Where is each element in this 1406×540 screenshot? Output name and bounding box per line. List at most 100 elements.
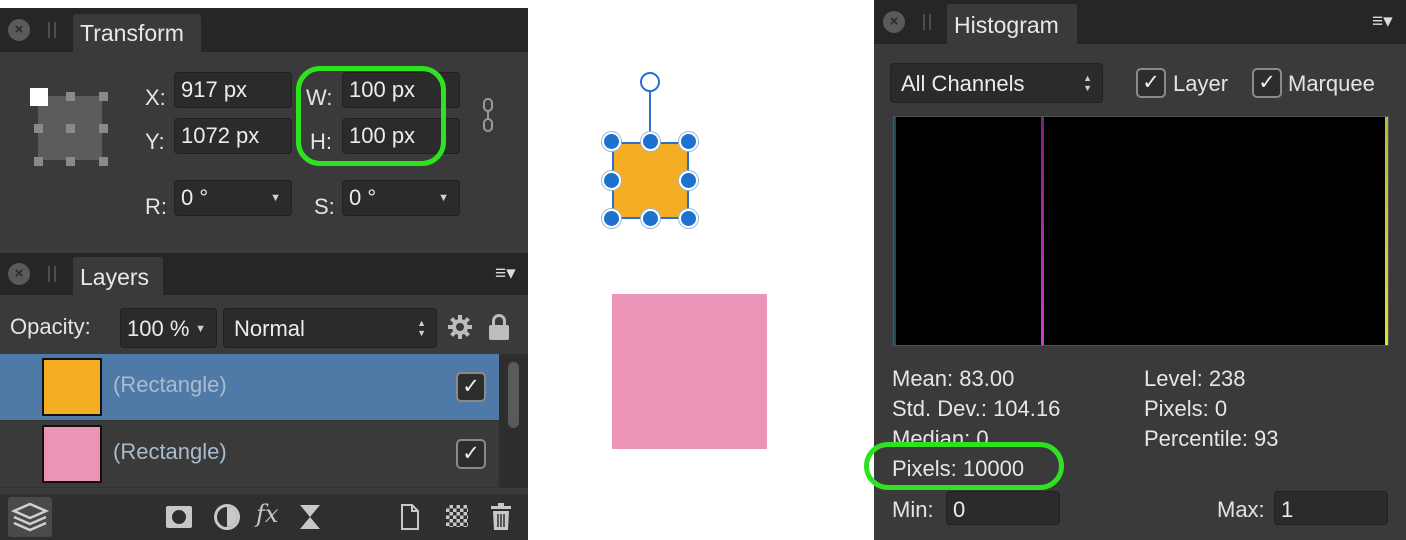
layers-tabbar: × Layers ≡▾ — [0, 253, 528, 295]
close-icon[interactable]: × — [8, 19, 30, 41]
selection-handle[interactable] — [679, 171, 698, 190]
level-stat: Level: 238 — [1144, 366, 1246, 391]
gear-icon[interactable] — [448, 315, 472, 339]
chevron-down-icon: ▼ — [270, 192, 281, 204]
histogram-spike-yellow — [1385, 117, 1388, 345]
layers-stack-icon[interactable] — [8, 497, 52, 537]
tab-layers[interactable]: Layers — [73, 257, 163, 295]
mean-stat: Mean: 83.00 — [892, 366, 1015, 391]
anchor-point[interactable] — [66, 157, 75, 166]
shear-value: 0 ° — [349, 185, 377, 210]
blend-mode-select[interactable]: Normal ▲ ▼ — [223, 308, 437, 348]
rotation-handle[interactable] — [640, 72, 660, 92]
pink-rectangle[interactable] — [612, 294, 767, 449]
rotation-dropdown[interactable]: 0 ° ▼ — [174, 180, 292, 216]
highlight-annotation — [296, 66, 446, 166]
anchor-grid[interactable] — [30, 88, 110, 168]
anchor-point[interactable] — [99, 92, 108, 101]
updown-icon: ▲ ▼ — [417, 318, 426, 338]
blend-mode-value: Normal — [234, 316, 305, 341]
tab-transform[interactable]: Transform — [73, 14, 201, 52]
max-label: Max: — [1217, 497, 1265, 522]
anchor-point[interactable] — [66, 92, 75, 101]
selection-handle[interactable] — [641, 209, 660, 228]
highlight-annotation — [864, 442, 1064, 490]
layer-checkbox[interactable]: ✓ — [1136, 68, 1166, 98]
grip-icon[interactable] — [48, 22, 56, 38]
min-field[interactable]: 0 — [946, 491, 1060, 525]
selection-handle[interactable] — [602, 132, 621, 151]
y-field[interactable]: 1072 px — [174, 118, 292, 154]
close-icon[interactable]: × — [8, 263, 30, 285]
selection-handle[interactable] — [679, 209, 698, 228]
marquee-checkbox-label: Marquee — [1288, 71, 1375, 96]
anchor-point[interactable] — [34, 124, 43, 133]
opacity-dropdown[interactable]: 100 % ▼ — [120, 308, 217, 348]
hourglass-icon[interactable] — [299, 504, 321, 530]
grip-icon[interactable] — [923, 14, 931, 30]
layer-thumbnail — [42, 358, 102, 416]
x-label: X: — [145, 85, 166, 110]
menu-icon[interactable]: ≡▾ — [495, 262, 516, 285]
x-field[interactable]: 917 px — [174, 72, 292, 108]
anchor-point-selected[interactable] — [30, 88, 48, 106]
selected-rectangle[interactable] — [612, 142, 689, 219]
histogram-graph[interactable] — [893, 116, 1389, 346]
pixels-level-stat: Pixels: 0 — [1144, 396, 1228, 421]
percentile-stat: Percentile: 93 — [1144, 426, 1279, 451]
mask-icon[interactable] — [166, 506, 192, 528]
fx-icon[interactable]: fx — [256, 500, 278, 528]
selection-handle[interactable] — [641, 132, 660, 151]
std-dev-stat: Std. Dev.: 104.16 — [892, 396, 1061, 421]
close-icon[interactable]: × — [883, 11, 905, 33]
lock-icon[interactable] — [489, 314, 509, 340]
opacity-label: Opacity: — [10, 314, 91, 339]
r-label: R: — [145, 194, 167, 219]
channel-select[interactable]: All Channels ▲ ▼ — [890, 63, 1103, 103]
updown-icon: ▲ ▼ — [1083, 73, 1092, 93]
anchor-point[interactable] — [34, 157, 43, 166]
shear-dropdown[interactable]: 0 ° ▼ — [342, 180, 460, 216]
scrollbar-track[interactable] — [499, 354, 528, 488]
chevron-down-icon: ▼ — [195, 323, 206, 335]
layer-thumbnail — [42, 425, 102, 483]
visibility-checkbox[interactable]: ✓ — [456, 372, 486, 402]
y-label: Y: — [145, 129, 165, 154]
min-label: Min: — [892, 497, 934, 522]
trash-icon[interactable] — [490, 503, 512, 531]
layer-row-selected[interactable]: (Rectangle) ✓ — [0, 354, 499, 420]
menu-icon[interactable]: ≡▾ — [1372, 10, 1393, 33]
s-label: S: — [314, 194, 335, 219]
histogram-tabbar: × Histogram ≡▾ — [874, 0, 1406, 44]
anchor-point[interactable] — [99, 124, 108, 133]
layers-list: (Rectangle) ✓ (Rectangle) ✓ — [0, 354, 528, 488]
anchor-point[interactable] — [66, 124, 75, 133]
adjustment-icon[interactable] — [214, 504, 240, 530]
link-icon[interactable] — [482, 98, 494, 132]
canvas[interactable] — [528, 0, 874, 540]
visibility-checkbox[interactable]: ✓ — [456, 439, 486, 469]
chevron-down-icon: ▼ — [438, 192, 449, 204]
selection-handle[interactable] — [679, 132, 698, 151]
anchor-point[interactable] — [99, 157, 108, 166]
layer-name: (Rectangle) — [113, 439, 227, 464]
selection-handle[interactable] — [602, 209, 621, 228]
layer-checkbox-label: Layer — [1173, 71, 1229, 96]
max-field[interactable]: 1 — [1274, 491, 1388, 525]
channel-value: All Channels — [901, 71, 1025, 96]
grip-icon[interactable] — [48, 266, 56, 282]
rotation-value: 0 ° — [181, 185, 209, 210]
tab-histogram[interactable]: Histogram — [947, 4, 1077, 44]
checker-icon[interactable] — [446, 505, 468, 527]
histogram-spike-cyan — [894, 117, 896, 345]
scrollbar-thumb[interactable] — [508, 362, 519, 428]
new-document-icon[interactable] — [400, 504, 420, 530]
transform-tabbar: × Transform — [0, 8, 528, 52]
marquee-checkbox[interactable]: ✓ — [1252, 68, 1282, 98]
layer-name: (Rectangle) — [113, 372, 227, 397]
histogram-spike-magenta — [1041, 117, 1044, 345]
layer-row[interactable]: (Rectangle) ✓ — [0, 421, 499, 487]
opacity-value: 100 % — [127, 316, 190, 341]
transform-panel: × Transform X: 917 px Y: 1072 px W: 100 … — [0, 8, 528, 253]
selection-handle[interactable] — [602, 171, 621, 190]
